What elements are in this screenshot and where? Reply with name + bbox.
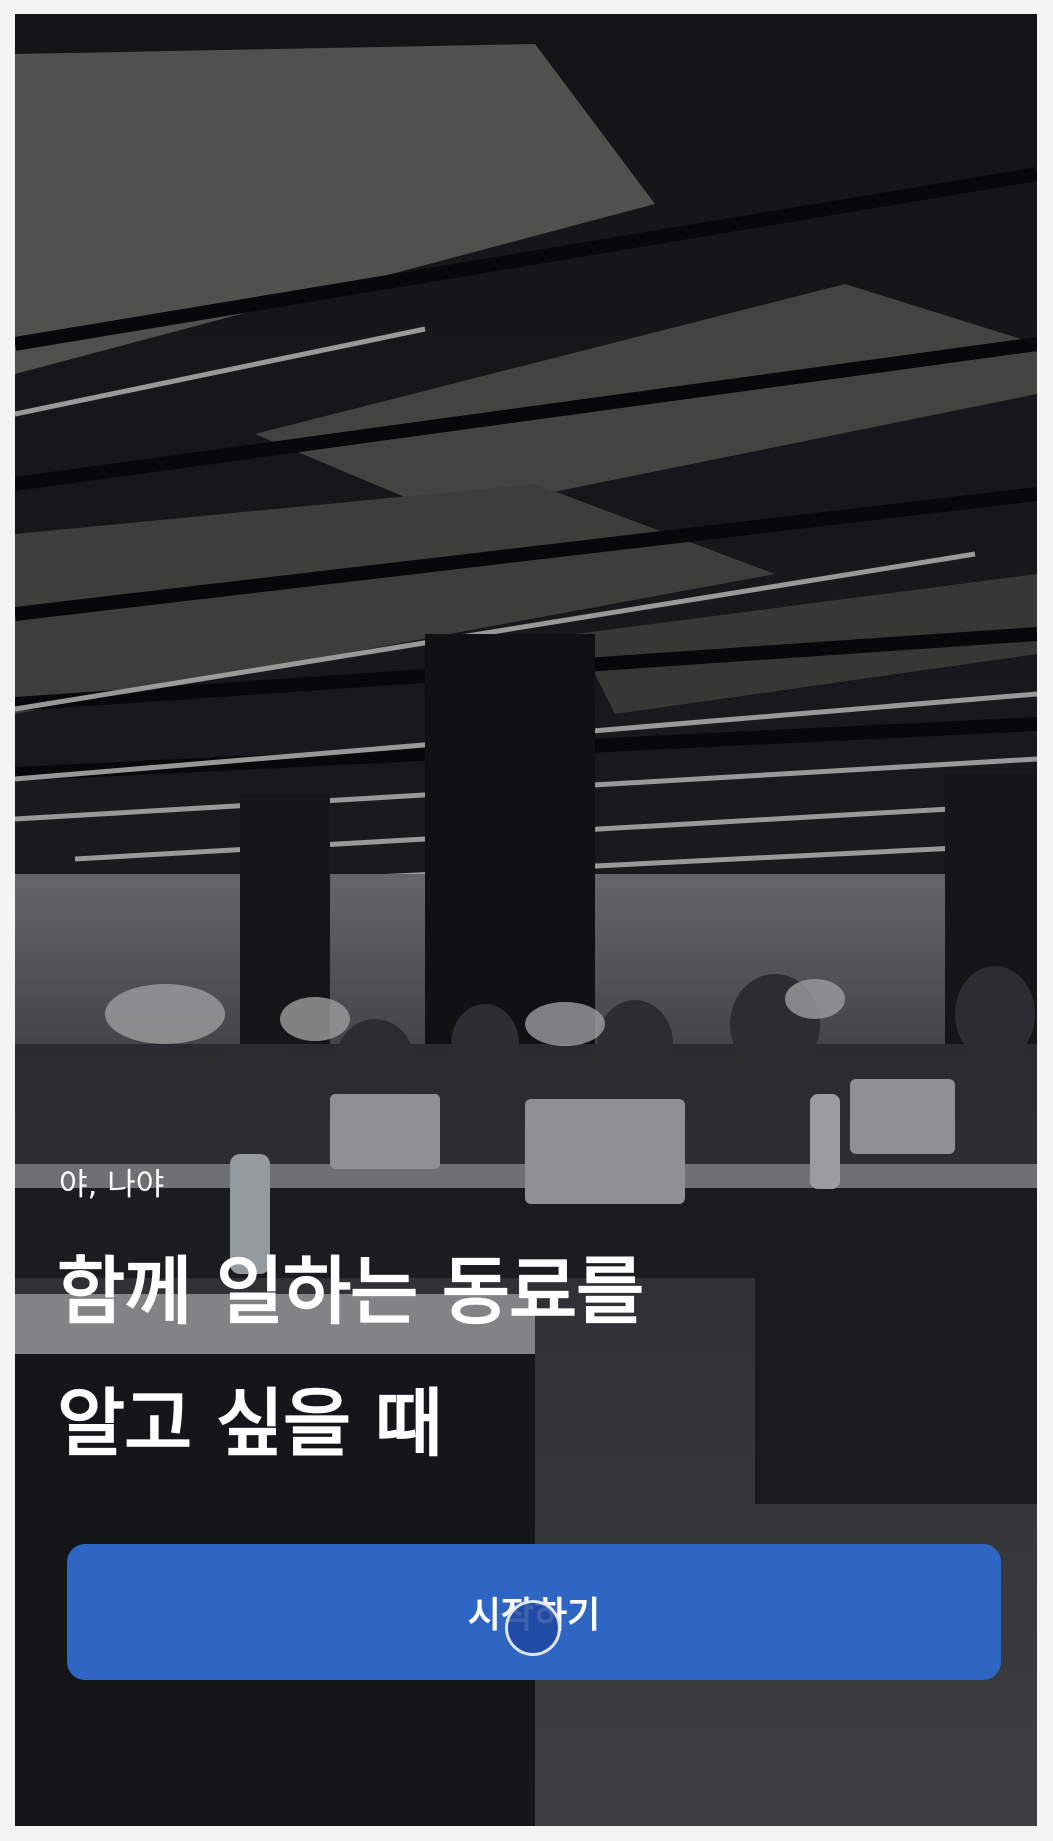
intro-subtitle: 야, 나야: [59, 1167, 165, 1203]
intro-headline: 함께 일하는 동료를 알고 싶을 때: [57, 1226, 644, 1490]
screen-frame: 야, 나야 함께 일하는 동료를 알고 싶을 때 시작하기: [0, 0, 1053, 1841]
headline-line-2: 알고 싶을 때: [57, 1381, 443, 1467]
headline-line-1: 함께 일하는 동료를: [57, 1249, 644, 1335]
start-button[interactable]: 시작하기: [67, 1544, 1001, 1680]
app-screen: 야, 나야 함께 일하는 동료를 알고 싶을 때 시작하기: [15, 14, 1037, 1826]
